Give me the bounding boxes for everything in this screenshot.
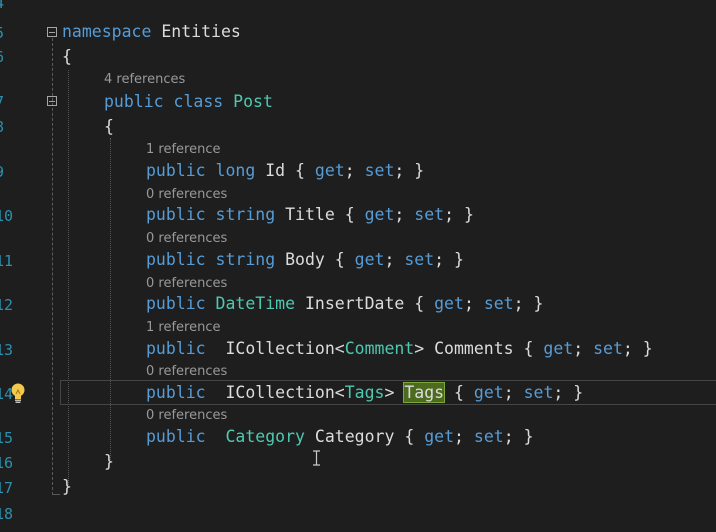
line-number: 6 [0, 48, 9, 66]
outline-end [52, 494, 60, 495]
keyword: get [543, 339, 574, 358]
class-name: Post [233, 92, 273, 111]
keyword: get [354, 250, 385, 269]
codelens-references[interactable]: 1 reference [146, 320, 220, 336]
code-line-property[interactable]: public long Id { get; set; } [146, 161, 424, 181]
keyword: get [364, 205, 395, 224]
keyword: set [404, 250, 435, 269]
code-line-property-current[interactable]: public ICollection<Tags> Tags { get; set… [146, 382, 583, 403]
lightbulb-icon[interactable] [9, 382, 27, 404]
code-editor[interactable]: 4 5 6 7 8 9 10 11 12 13 14 15 16 17 18 n… [0, 0, 716, 532]
property-name: InsertDate [304, 294, 405, 313]
keyword: public [104, 92, 164, 111]
codelens-references[interactable]: 4 references [104, 72, 185, 88]
keyword: set [364, 161, 395, 180]
line-number: 17 [0, 479, 14, 497]
line-number: 10 [0, 207, 14, 225]
line-number: 12 [0, 296, 14, 314]
keyword: public [146, 339, 206, 358]
keyword: get [473, 383, 504, 402]
code-line-property[interactable]: public ICollection<Comment> Comments { g… [146, 339, 653, 359]
keyword: public [146, 383, 206, 402]
property-name: Body [285, 250, 325, 269]
keyword: public [146, 250, 206, 269]
indent-guide [68, 70, 69, 485]
keyword: class [173, 92, 224, 111]
line-number: 5 [0, 24, 9, 42]
keyword: set [414, 205, 445, 224]
outline-line [52, 38, 53, 495]
property-name: Comments [434, 339, 514, 358]
code-line-namespace[interactable]: namespace Entities [62, 22, 241, 42]
codelens-references[interactable]: 0 references [146, 187, 227, 203]
keyword: get [314, 161, 345, 180]
type-name: DateTime [215, 294, 296, 313]
code-line-property[interactable]: public Category Category { get; set; } [146, 427, 534, 447]
keyword: public [146, 427, 206, 446]
code-line-brace[interactable]: { [62, 47, 72, 67]
line-number: 13 [0, 341, 14, 359]
line-number: 4 [0, 0, 9, 12]
keyword: get [434, 294, 464, 313]
codelens-references[interactable]: 1 reference [146, 142, 220, 158]
line-number: 11 [0, 252, 14, 270]
keyword: set [593, 339, 623, 358]
code-line-property[interactable]: public string Body { get; set; } [146, 250, 464, 270]
property-name: Id [265, 161, 286, 180]
codelens-references[interactable]: 0 references [146, 231, 227, 247]
collapse-namespace-icon[interactable] [47, 27, 57, 37]
type-argument: Tags [344, 383, 385, 402]
type-name: ICollection [225, 383, 335, 402]
indent-guide [110, 138, 111, 460]
keyword: set [473, 427, 504, 446]
keyword: namespace [62, 22, 152, 41]
keyword: string [215, 205, 276, 224]
type-name: Category [225, 427, 305, 446]
keyword: set [523, 383, 554, 402]
line-number: 8 [0, 118, 9, 136]
keyword: public [146, 294, 206, 313]
line-number: 9 [0, 163, 9, 181]
codelens-references[interactable]: 0 references [146, 408, 227, 424]
highlighted-property-name[interactable]: Tags [403, 382, 446, 403]
line-number: 14 [0, 385, 14, 403]
line-number: 18 [0, 505, 14, 523]
keyword: get [424, 427, 455, 446]
text-cursor-icon [313, 450, 320, 466]
keyword: long [215, 161, 256, 180]
codelens-references[interactable]: 0 references [146, 364, 227, 380]
code-line-brace[interactable]: { [104, 117, 114, 137]
code-line-property[interactable]: public string Title { get; set; } [146, 205, 474, 225]
line-number: 7 [0, 93, 9, 111]
code-line-class[interactable]: public class Post [104, 92, 273, 112]
collapse-class-icon[interactable] [47, 96, 57, 106]
property-name: Title [285, 205, 335, 224]
namespace-name: Entities [161, 22, 241, 41]
property-name: Category [314, 427, 395, 446]
code-line-brace[interactable]: } [62, 477, 72, 497]
keyword: set [483, 294, 514, 313]
codelens-references[interactable]: 0 references [146, 276, 227, 292]
code-line-brace[interactable]: } [104, 452, 114, 472]
keyword: public [146, 205, 206, 224]
keyword: public [146, 161, 206, 180]
type-argument: Comment [344, 339, 415, 358]
code-line-property[interactable]: public DateTime InsertDate { get; set; } [146, 294, 543, 314]
keyword: string [215, 250, 276, 269]
line-number: 16 [0, 454, 14, 472]
line-number: 15 [0, 429, 14, 447]
type-name: ICollection [225, 339, 335, 358]
